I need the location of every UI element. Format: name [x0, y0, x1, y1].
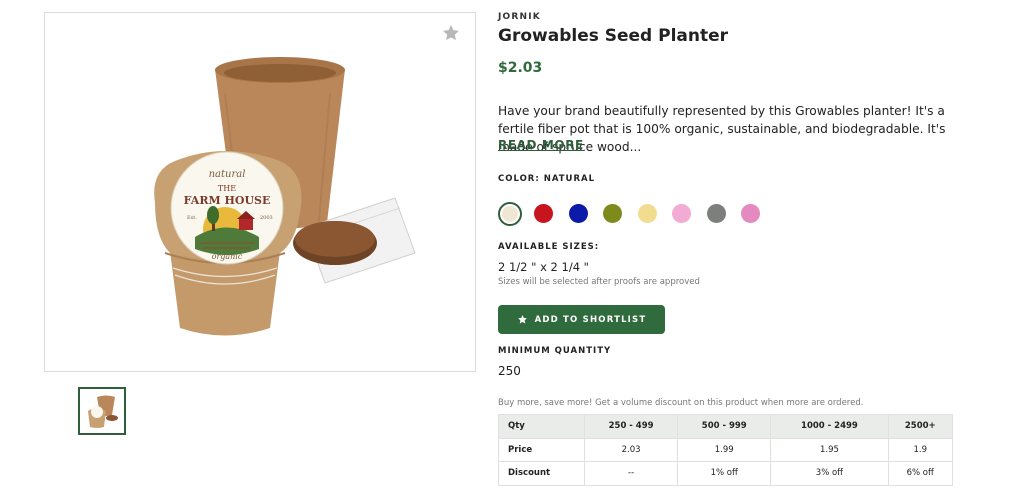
label-bottom-text: organic: [212, 252, 243, 261]
table-cell: Price: [498, 437, 585, 462]
table-cell: 500 - 999: [677, 414, 772, 439]
label-est-text: Est.: [187, 215, 197, 221]
table-cell: 250 - 499: [583, 414, 679, 439]
table-cell: 1000 - 2499: [770, 414, 889, 439]
add-to-shortlist-button[interactable]: ADD TO SHORTLIST: [498, 305, 665, 334]
color-swatch-red[interactable]: [534, 204, 553, 223]
color-swatch-natural[interactable]: [498, 202, 522, 226]
label-the-text: THE: [218, 184, 236, 193]
product-image-frame: natural THE FARM HOUSE Est. 2003 organic: [44, 12, 476, 372]
table-cell: 1.95: [770, 437, 889, 462]
product-thumbnail[interactable]: [78, 387, 126, 435]
brand-name[interactable]: JORNIK: [498, 12, 541, 22]
minimum-quantity-label: MINIMUM QUANTITY: [498, 346, 612, 356]
table-cell: 3% off: [770, 461, 889, 486]
product-title: Growables Seed Planter: [498, 26, 729, 46]
color-label: COLOR: NATURAL: [498, 174, 595, 184]
table-cell: 2500+: [887, 414, 954, 439]
product-price: $2.03: [498, 60, 543, 76]
table-cell: --: [583, 461, 679, 486]
label-year-text: 2003: [260, 215, 273, 221]
table-cell: 2.03: [583, 437, 679, 462]
table-row-price: Price 2.03 1.99 1.95 1.9: [498, 437, 954, 462]
shortlist-label: ADD TO SHORTLIST: [534, 314, 647, 325]
table-cell: 1% off: [677, 461, 772, 486]
table-row-qty: Qty 250 - 499 500 - 999 1000 - 2499 2500…: [498, 414, 954, 439]
table-cell: 1.99: [677, 437, 772, 462]
color-swatch-pink[interactable]: [672, 204, 691, 223]
minimum-quantity-value: 250: [498, 364, 521, 378]
table-cell: 1.9: [887, 437, 954, 462]
table-cell: 6% off: [887, 461, 954, 486]
label-farmhouse-text: FARM HOUSE: [184, 194, 271, 207]
volume-discount-note: Buy more, save more! Get a volume discou…: [498, 398, 864, 408]
table-row-discount: Discount -- 1% off 3% off 6% off: [498, 461, 954, 486]
color-swatch-yellow[interactable]: [637, 204, 657, 223]
read-more-link[interactable]: READ MORE: [498, 138, 584, 152]
product-image[interactable]: natural THE FARM HOUSE Est. 2003 organic: [95, 53, 425, 353]
color-swatch-olive[interactable]: [603, 204, 622, 223]
size-value: 2 1/2 " x 2 1/4 ": [498, 260, 589, 274]
color-swatch-gray[interactable]: [706, 204, 726, 223]
sizes-label: AVAILABLE SIZES:: [498, 242, 600, 252]
size-note: Sizes will be selected after proofs are …: [498, 277, 700, 287]
color-swatch-blue[interactable]: [568, 204, 588, 223]
star-icon: [517, 315, 527, 324]
table-cell: Discount: [498, 461, 585, 486]
pricing-table: Qty 250 - 499 500 - 999 1000 - 2499 2500…: [498, 414, 954, 486]
table-cell: Qty: [498, 414, 585, 439]
thumbnail-image: [88, 395, 118, 428]
label-top-text: natural: [209, 169, 246, 180]
favorite-star-icon[interactable]: [441, 23, 461, 43]
color-swatch-magenta[interactable]: [741, 204, 760, 223]
